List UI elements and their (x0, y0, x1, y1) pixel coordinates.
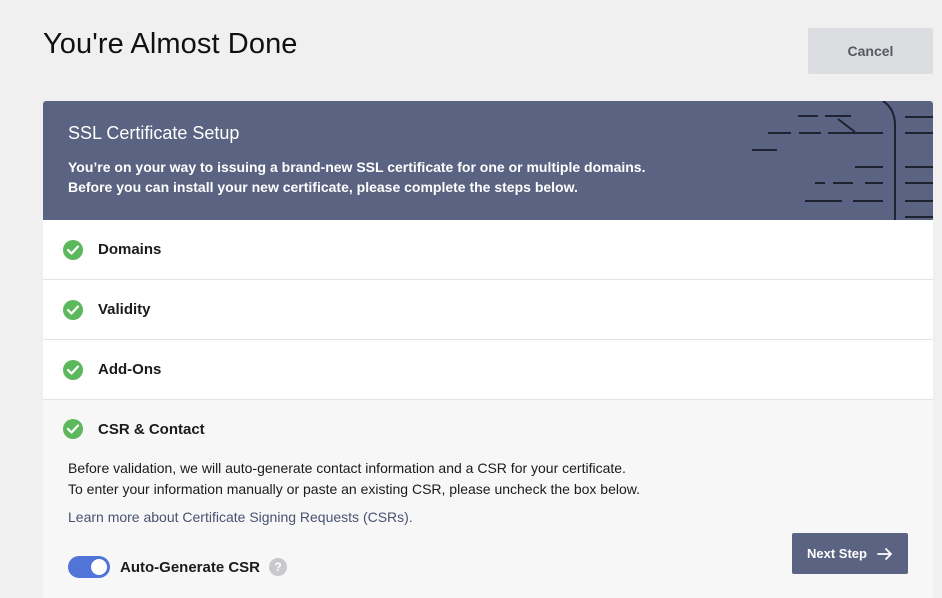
learn-more-csr-link[interactable]: Learn more about Certificate Signing Req… (68, 509, 413, 525)
auto-generate-csr-toggle[interactable] (68, 556, 110, 578)
csr-desc-line-1: Before validation, we will auto-generate… (68, 460, 626, 476)
arrow-right-icon (877, 547, 892, 560)
next-step-button[interactable]: Next Step (792, 533, 908, 574)
step-add-ons[interactable]: Add-Ons (43, 340, 933, 400)
step-label: CSR & Contact (98, 420, 205, 438)
decorative-lines-illustration (752, 101, 933, 220)
toggle-knob (91, 559, 107, 575)
step-validity[interactable]: Validity (43, 280, 933, 340)
cancel-button[interactable]: Cancel (808, 28, 933, 74)
step-domains[interactable]: Domains (43, 220, 933, 280)
help-icon[interactable]: ? (269, 558, 288, 576)
step-csr-contact: CSR & Contact Before validation, we will… (43, 400, 933, 598)
step-csr-contact-header[interactable]: CSR & Contact (43, 400, 933, 458)
ssl-setup-banner: SSL Certificate Setup You’re on your way… (43, 101, 933, 220)
csr-desc-line-2: To enter your information manually or pa… (68, 481, 640, 497)
csr-description: Before validation, we will auto-generate… (68, 458, 908, 500)
page-title: You're Almost Done (43, 28, 298, 60)
csr-section-body: Before validation, we will auto-generate… (43, 458, 933, 527)
next-step-label: Next Step (807, 546, 867, 561)
check-circle-icon (63, 239, 83, 260)
step-label: Validity (98, 301, 151, 318)
check-circle-icon (63, 359, 83, 380)
check-circle-icon (63, 299, 83, 320)
check-circle-icon (63, 419, 83, 439)
ssl-setup-card: SSL Certificate Setup You’re on your way… (43, 101, 933, 598)
auto-generate-csr-row: Auto-Generate CSR ? (68, 556, 288, 578)
step-label: Domains (98, 241, 162, 258)
auto-generate-csr-label: Auto-Generate CSR (120, 558, 261, 576)
step-label: Add-Ons (98, 361, 162, 378)
